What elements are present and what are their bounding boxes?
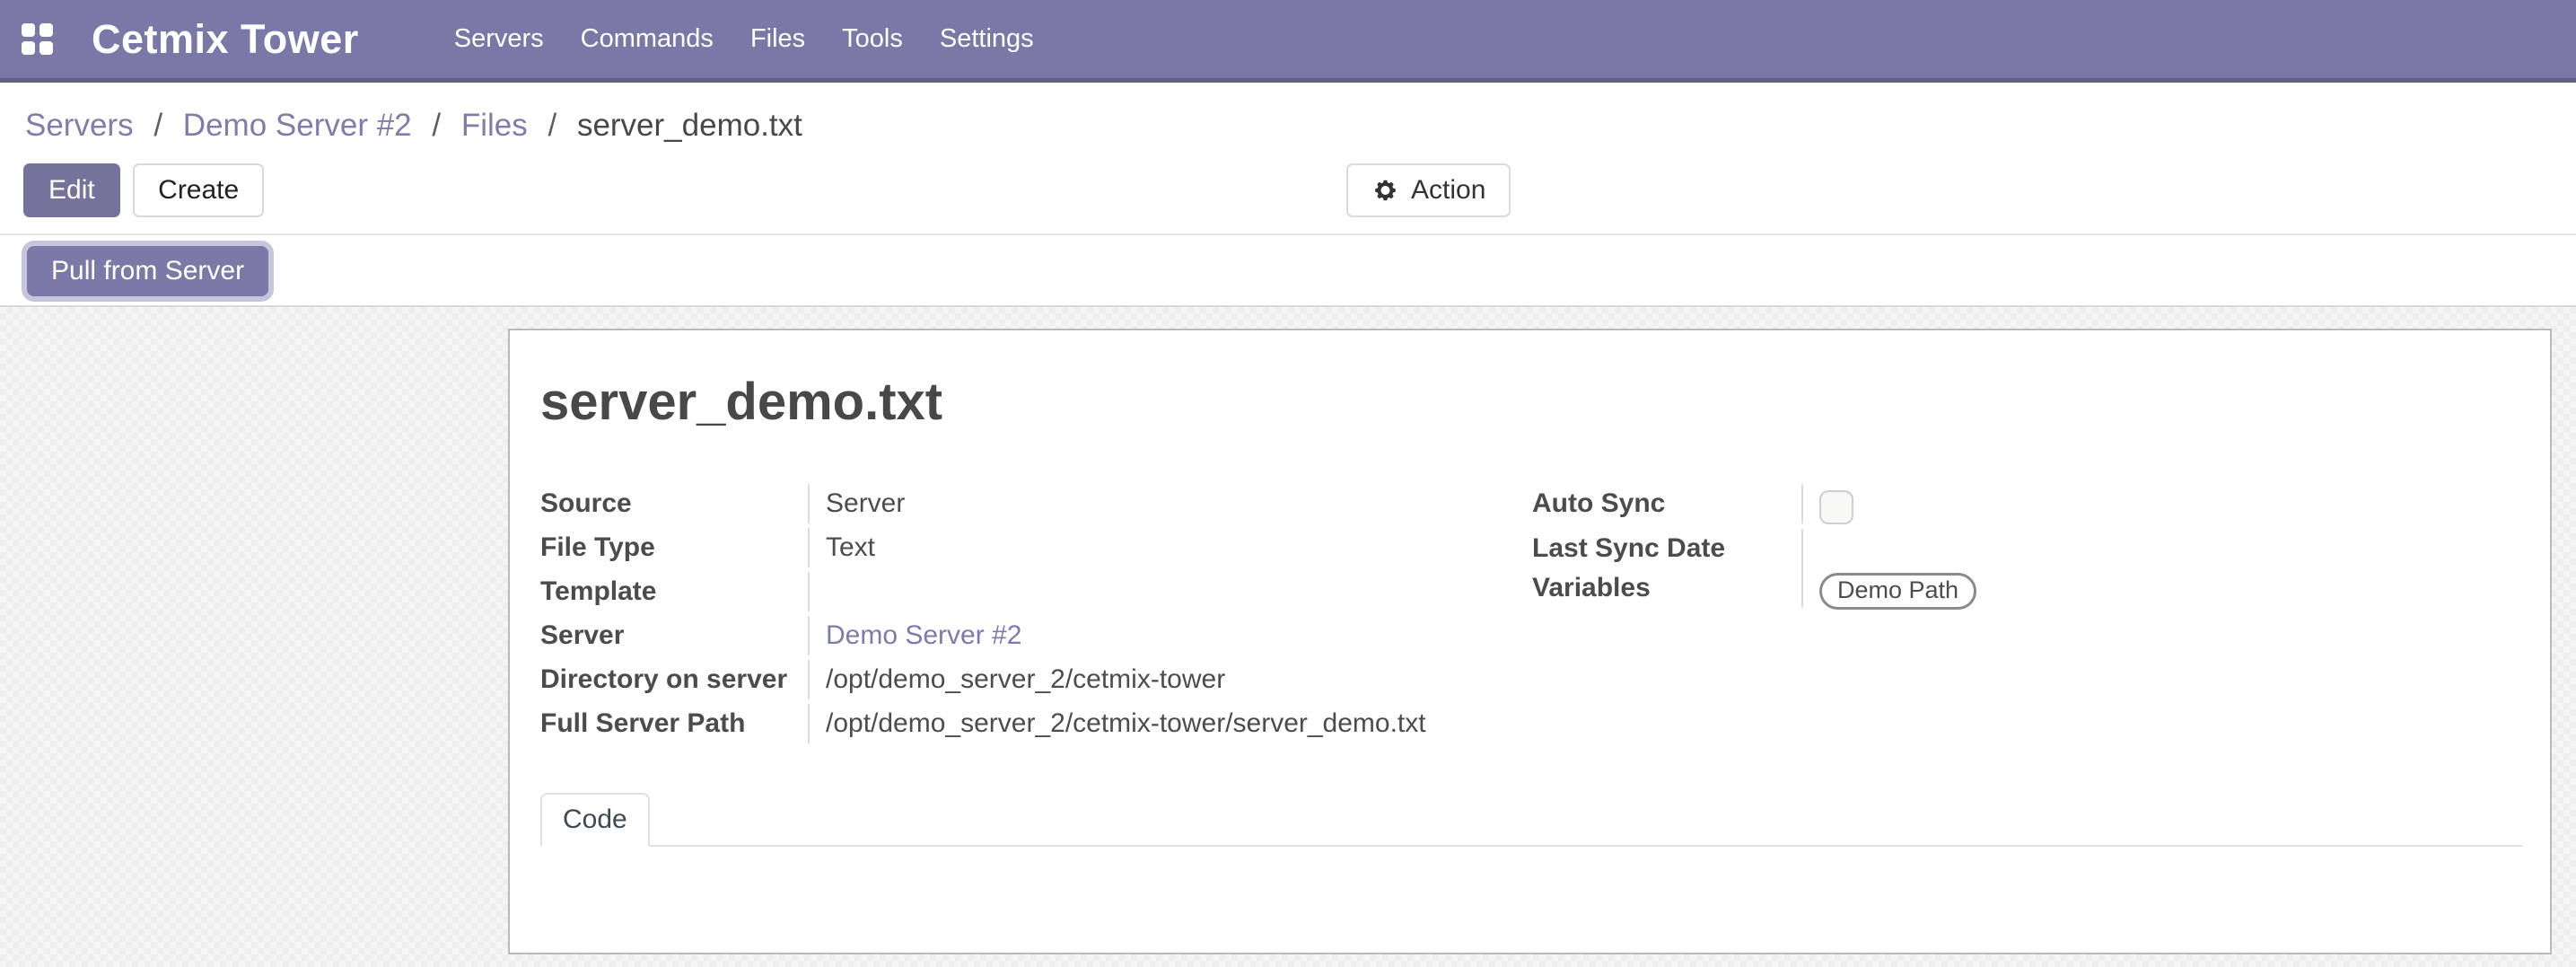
breadcrumb: Servers / Demo Server #2 / Files / serve… bbox=[0, 83, 2576, 156]
field-group-right: Auto Sync Last Sync Date Variables Demo … bbox=[1532, 484, 2522, 748]
breadcrumb-separator: / bbox=[153, 108, 162, 143]
field-label: Variables bbox=[1532, 568, 1803, 608]
notebook-tabs: Code bbox=[540, 793, 2522, 847]
field-row-template: Template bbox=[540, 572, 1532, 616]
tab-code[interactable]: Code bbox=[540, 793, 650, 847]
field-label: Last Sync Date bbox=[1532, 529, 1803, 568]
record-title: server_demo.txt bbox=[540, 372, 2522, 432]
field-label: Source bbox=[540, 484, 810, 523]
field-label: Auto Sync bbox=[1532, 484, 1803, 523]
field-row-source: Source Server bbox=[540, 484, 1532, 528]
field-value bbox=[810, 572, 826, 581]
field-groups: Source Server File Type Text Template Se… bbox=[540, 484, 2522, 748]
apps-grid-icon[interactable] bbox=[22, 23, 54, 56]
auto-sync-checkbox[interactable] bbox=[1819, 490, 1853, 524]
field-value: Demo Server #2 bbox=[810, 616, 1021, 655]
field-value: /opt/demo_server_2/cetmix-tower bbox=[810, 660, 1225, 699]
field-value: Text bbox=[810, 528, 875, 567]
variable-tag[interactable]: Demo Path bbox=[1819, 573, 1976, 610]
breadcrumb-separator: / bbox=[432, 108, 441, 143]
field-row-full-path: Full Server Path /opt/demo_server_2/cetm… bbox=[540, 704, 1532, 748]
field-value bbox=[1803, 529, 1819, 538]
statusbar: Pull from Server bbox=[0, 235, 2576, 307]
breadcrumb-files[interactable]: Files bbox=[461, 108, 528, 143]
field-label: Template bbox=[540, 572, 810, 611]
field-value: /opt/demo_server_2/cetmix-tower/server_d… bbox=[810, 704, 1426, 743]
breadcrumb-current-record: server_demo.txt bbox=[577, 108, 802, 143]
edit-button[interactable]: Edit bbox=[23, 163, 120, 217]
gear-icon bbox=[1371, 177, 1398, 204]
field-row-file-type: File Type Text bbox=[540, 528, 1532, 572]
field-group-left: Source Server File Type Text Template Se… bbox=[540, 484, 1532, 748]
breadcrumb-demo-server[interactable]: Demo Server #2 bbox=[183, 108, 412, 143]
field-value bbox=[1803, 484, 1853, 529]
field-row-variables: Variables Demo Path bbox=[1532, 568, 2522, 615]
app-brand-title[interactable]: Cetmix Tower bbox=[92, 16, 359, 63]
action-button-label: Action bbox=[1411, 175, 1485, 206]
field-value: Demo Path bbox=[1803, 568, 1976, 614]
field-label: Server bbox=[540, 616, 810, 655]
field-row-auto-sync: Auto Sync bbox=[1532, 484, 2522, 529]
form-view-background: server_demo.txt Source Server File Type … bbox=[0, 307, 2576, 967]
breadcrumb-separator: / bbox=[548, 108, 556, 143]
nav-item-commands[interactable]: Commands bbox=[581, 24, 714, 54]
field-label: Full Server Path bbox=[540, 704, 810, 743]
pull-from-server-button[interactable]: Pull from Server bbox=[27, 246, 268, 296]
nav-item-files[interactable]: Files bbox=[750, 24, 805, 54]
create-button[interactable]: Create bbox=[133, 163, 264, 217]
field-row-last-sync-date: Last Sync Date bbox=[1532, 529, 2522, 568]
field-label: Directory on server bbox=[540, 660, 810, 699]
nav-item-tools[interactable]: Tools bbox=[842, 24, 903, 54]
nav-item-servers[interactable]: Servers bbox=[454, 24, 544, 54]
field-row-directory: Directory on server /opt/demo_server_2/c… bbox=[540, 660, 1532, 704]
field-row-server: Server Demo Server #2 bbox=[540, 616, 1532, 660]
control-panel-toolbar: Edit Create Action bbox=[0, 156, 2576, 235]
top-navbar: Cetmix Tower Servers Commands Files Tool… bbox=[0, 0, 2576, 83]
form-card: server_demo.txt Source Server File Type … bbox=[508, 329, 2552, 954]
server-record-link[interactable]: Demo Server #2 bbox=[826, 620, 1021, 650]
action-menu-button[interactable]: Action bbox=[1346, 163, 1511, 217]
field-value: Server bbox=[810, 484, 905, 523]
nav-item-settings[interactable]: Settings bbox=[940, 24, 1034, 54]
breadcrumb-servers[interactable]: Servers bbox=[25, 108, 134, 143]
field-label: File Type bbox=[540, 528, 810, 567]
navbar-menu: Servers Commands Files Tools Settings bbox=[454, 24, 1034, 54]
